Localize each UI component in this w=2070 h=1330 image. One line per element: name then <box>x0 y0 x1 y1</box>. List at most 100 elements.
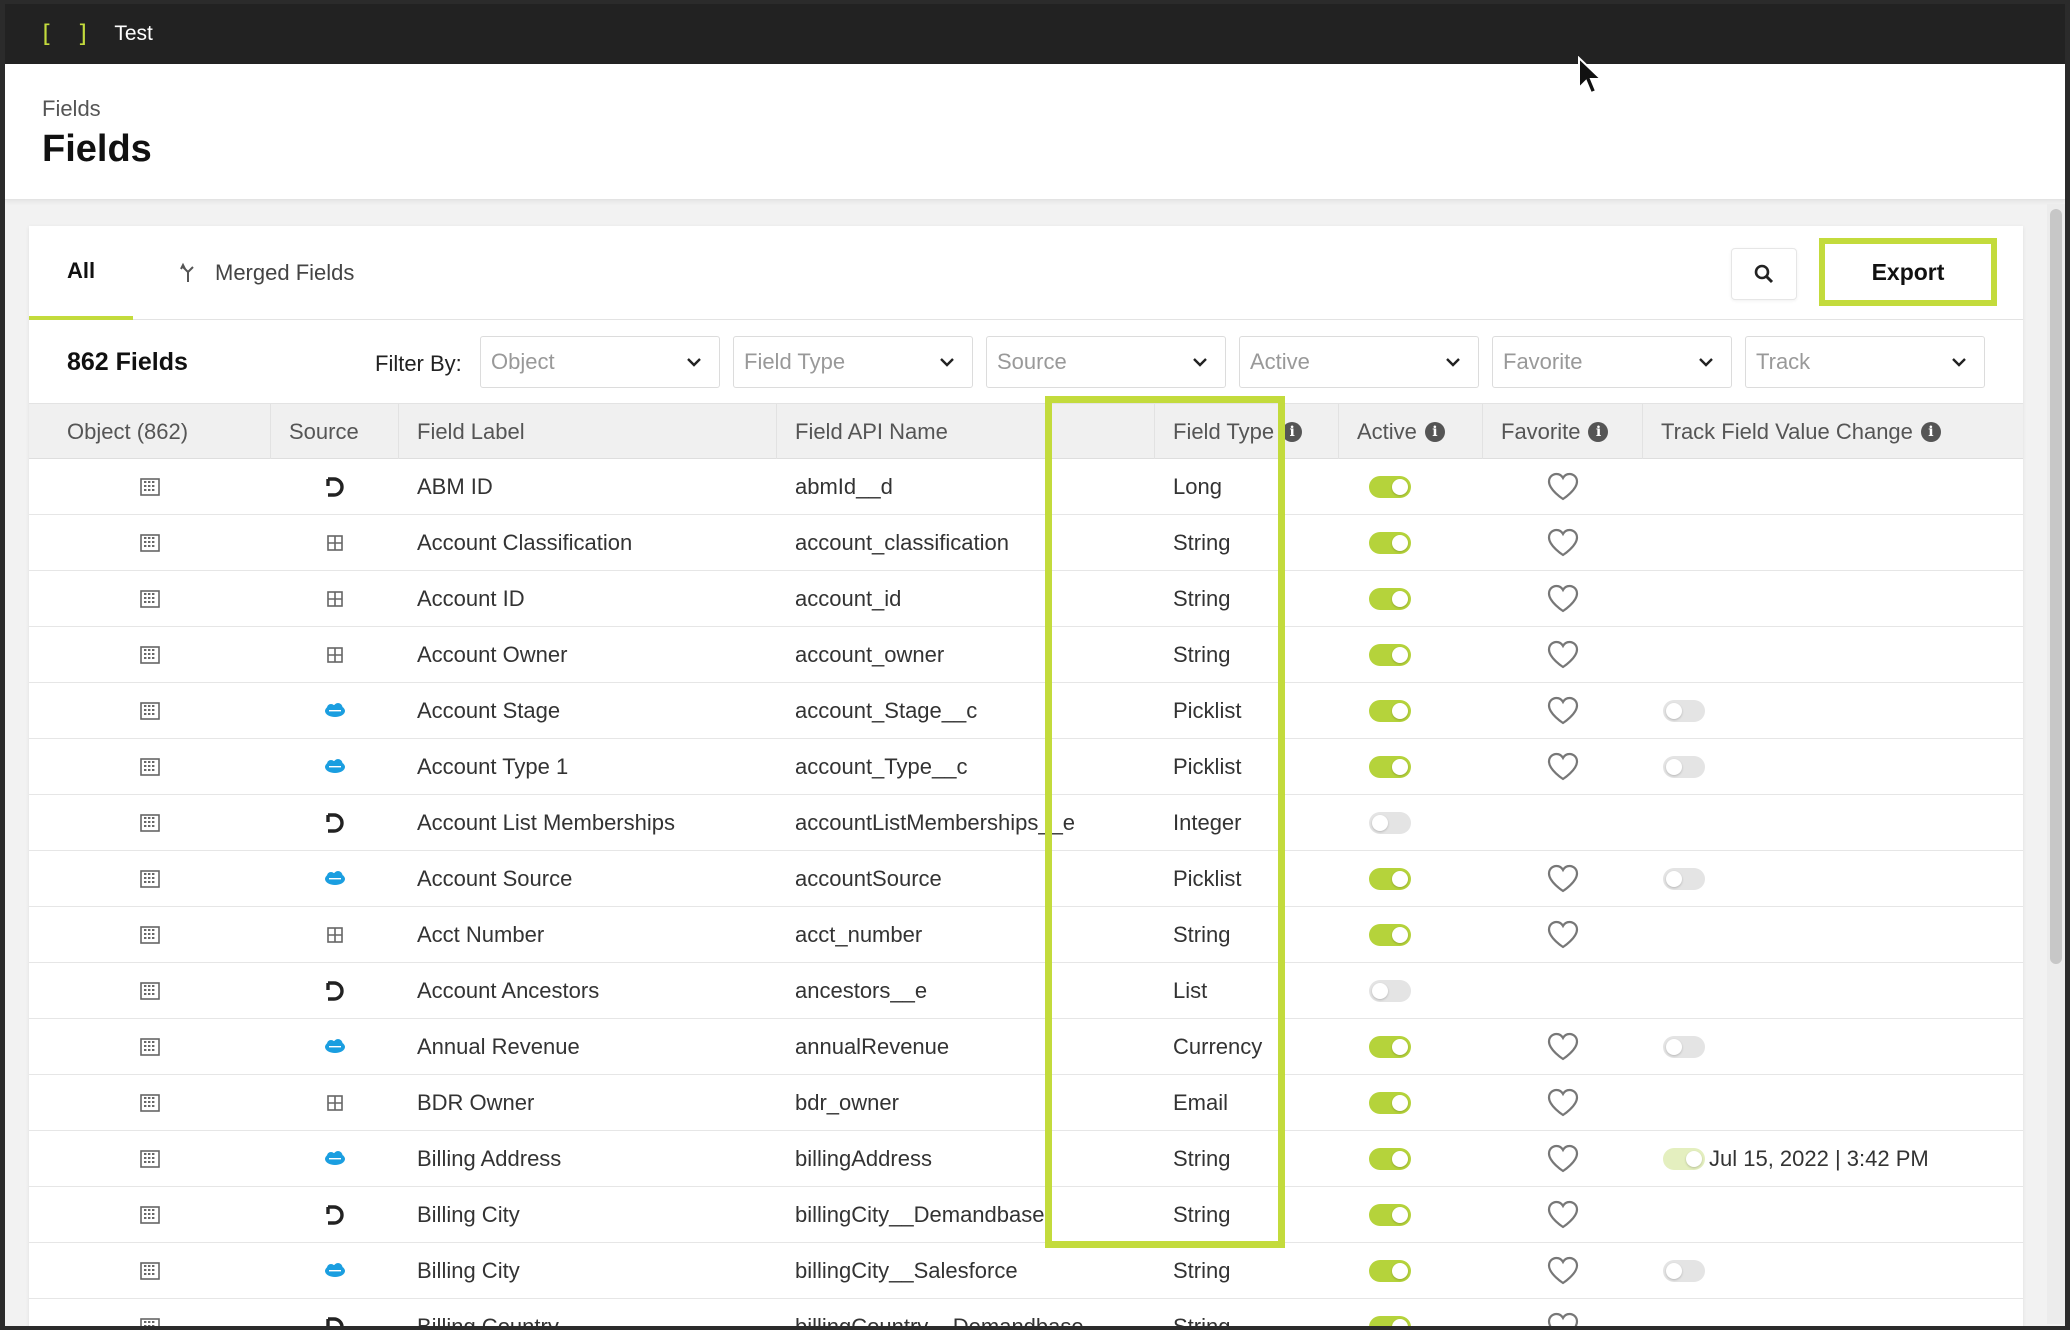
active-toggle[interactable] <box>1369 588 1411 610</box>
info-icon[interactable]: i <box>1588 422 1609 442</box>
heart-icon[interactable] <box>1546 1143 1580 1175</box>
filter-source-select[interactable]: Source <box>986 336 1226 388</box>
field-label-cell[interactable]: Billing City <box>399 1243 777 1299</box>
table-row[interactable]: Account Ancestors ancestors__e List <box>29 963 2023 1019</box>
field-label-cell[interactable]: Account Ancestors <box>399 963 777 1019</box>
active-toggle[interactable] <box>1369 476 1411 498</box>
field-label-cell[interactable]: Billing Country <box>399 1299 777 1326</box>
export-button[interactable]: Export <box>1819 238 1997 306</box>
heart-icon[interactable] <box>1546 527 1580 559</box>
heart-icon[interactable] <box>1546 751 1580 783</box>
track-toggle[interactable] <box>1663 868 1705 890</box>
field-label-cell[interactable]: Billing Address <box>399 1131 777 1187</box>
table-row[interactable]: Account ID account_id String <box>29 571 2023 627</box>
tab-all[interactable]: All <box>29 226 133 320</box>
field-label-cell[interactable]: Account Type 1 <box>399 739 777 795</box>
active-toggle[interactable] <box>1369 1260 1411 1282</box>
breadcrumb[interactable]: Fields <box>42 96 101 122</box>
active-toggle[interactable] <box>1369 868 1411 890</box>
heart-icon[interactable] <box>1546 471 1580 503</box>
table-row[interactable]: Billing Country billingCountry__Demandbas… <box>29 1299 2023 1326</box>
field-api-cell: account_Stage__c <box>777 683 1155 739</box>
heart-icon[interactable] <box>1546 1031 1580 1063</box>
active-toggle[interactable] <box>1369 1316 1411 1326</box>
app-name[interactable]: Test <box>114 22 153 46</box>
col-header-active[interactable]: Active i <box>1339 404 1483 460</box>
track-toggle[interactable] <box>1663 1148 1705 1170</box>
table-row[interactable]: BDR Owner bdr_owner Email <box>29 1075 2023 1131</box>
page-scrollbar-thumb[interactable] <box>2050 209 2062 964</box>
track-toggle[interactable] <box>1663 756 1705 778</box>
col-header-field-api[interactable]: Field API Name <box>777 404 1155 460</box>
col-header-source[interactable]: Source <box>271 404 399 460</box>
heart-icon[interactable] <box>1546 639 1580 671</box>
active-toggle[interactable] <box>1369 644 1411 666</box>
table-row[interactable]: ABM ID abmId__d Long <box>29 459 2023 515</box>
active-toggle[interactable] <box>1369 756 1411 778</box>
field-type: String <box>1173 1258 1231 1283</box>
heart-icon[interactable] <box>1546 919 1580 951</box>
active-toggle[interactable] <box>1369 700 1411 722</box>
filter-object-select[interactable]: Object <box>480 336 720 388</box>
col-header-field-label[interactable]: Field Label <box>399 404 777 460</box>
field-label-cell[interactable]: Account List Memberships <box>399 795 777 851</box>
heart-icon[interactable] <box>1546 1255 1580 1287</box>
table-row[interactable]: Acct Number acct_number String <box>29 907 2023 963</box>
table-row[interactable]: Account List Memberships accountListMembe… <box>29 795 2023 851</box>
heart-icon[interactable] <box>1546 695 1580 727</box>
table-row[interactable]: Billing City billingCity__Demandbase Strin… <box>29 1187 2023 1243</box>
heart-icon[interactable] <box>1546 863 1580 895</box>
track-toggle[interactable] <box>1663 700 1705 722</box>
source-cell <box>271 683 399 739</box>
track-toggle[interactable] <box>1663 1260 1705 1282</box>
field-label-cell[interactable]: Account ID <box>399 571 777 627</box>
table-row[interactable]: Account Type 1 account_Type__c Picklist <box>29 739 2023 795</box>
field-label-cell[interactable]: Annual Revenue <box>399 1019 777 1075</box>
active-toggle[interactable] <box>1369 1092 1411 1114</box>
table-row[interactable]: Account Stage account_Stage__c Picklist <box>29 683 2023 739</box>
field-label-cell[interactable]: Acct Number <box>399 907 777 963</box>
table-row[interactable]: Account Source accountSource Picklist <box>29 851 2023 907</box>
active-toggle[interactable] <box>1369 1036 1411 1058</box>
field-label-cell[interactable]: Account Classification <box>399 515 777 571</box>
field-label-cell[interactable]: Account Source <box>399 851 777 907</box>
field-label-cell[interactable]: Account Stage <box>399 683 777 739</box>
active-toggle[interactable] <box>1369 980 1411 1002</box>
active-toggle[interactable] <box>1369 532 1411 554</box>
table-row[interactable]: Account Classification account_classifica… <box>29 515 2023 571</box>
col-header-field-type[interactable]: Field Type i <box>1155 404 1339 460</box>
table-row[interactable]: Billing Address billingAddress String Jul 1… <box>29 1131 2023 1187</box>
filter-favorite-select[interactable]: Favorite <box>1492 336 1732 388</box>
track-cell <box>1643 627 2023 683</box>
table-row[interactable]: Annual Revenue annualRevenue Currency <box>29 1019 2023 1075</box>
info-icon[interactable]: i <box>1282 422 1303 442</box>
tab-merged-fields[interactable]: Merged Fields <box>177 226 354 320</box>
search-button[interactable] <box>1731 248 1797 300</box>
track-toggle[interactable] <box>1663 1036 1705 1058</box>
col-header-favorite[interactable]: Favorite i <box>1483 404 1643 460</box>
table-row[interactable]: Account Owner account_owner String <box>29 627 2023 683</box>
active-toggle[interactable] <box>1369 1148 1411 1170</box>
toggle-knob <box>1392 1095 1408 1111</box>
page-header: Fields Fields <box>5 64 2065 200</box>
filter-active-select[interactable]: Active <box>1239 336 1479 388</box>
table-row[interactable]: Billing City billingCity__Salesforce Strin… <box>29 1243 2023 1299</box>
active-toggle[interactable] <box>1369 924 1411 946</box>
col-header-object[interactable]: Object (862) <box>29 404 271 460</box>
field-label-cell[interactable]: ABM ID <box>399 459 777 515</box>
active-toggle[interactable] <box>1369 812 1411 834</box>
brand-logo[interactable]: [ ] <box>39 20 94 48</box>
info-icon[interactable]: i <box>1920 422 1941 442</box>
filter-field-type-select[interactable]: Field Type <box>733 336 973 388</box>
heart-icon[interactable] <box>1546 583 1580 615</box>
field-label-cell[interactable]: Billing City <box>399 1187 777 1243</box>
info-icon[interactable]: i <box>1424 422 1445 442</box>
filter-track-select[interactable]: Track <box>1745 336 1985 388</box>
field-label-cell[interactable]: Account Owner <box>399 627 777 683</box>
heart-icon[interactable] <box>1546 1087 1580 1119</box>
heart-icon[interactable] <box>1546 1311 1580 1326</box>
active-toggle[interactable] <box>1369 1204 1411 1226</box>
col-header-track[interactable]: Track Field Value Change i <box>1643 404 2023 460</box>
field-label-cell[interactable]: BDR Owner <box>399 1075 777 1131</box>
heart-icon[interactable] <box>1546 1199 1580 1231</box>
